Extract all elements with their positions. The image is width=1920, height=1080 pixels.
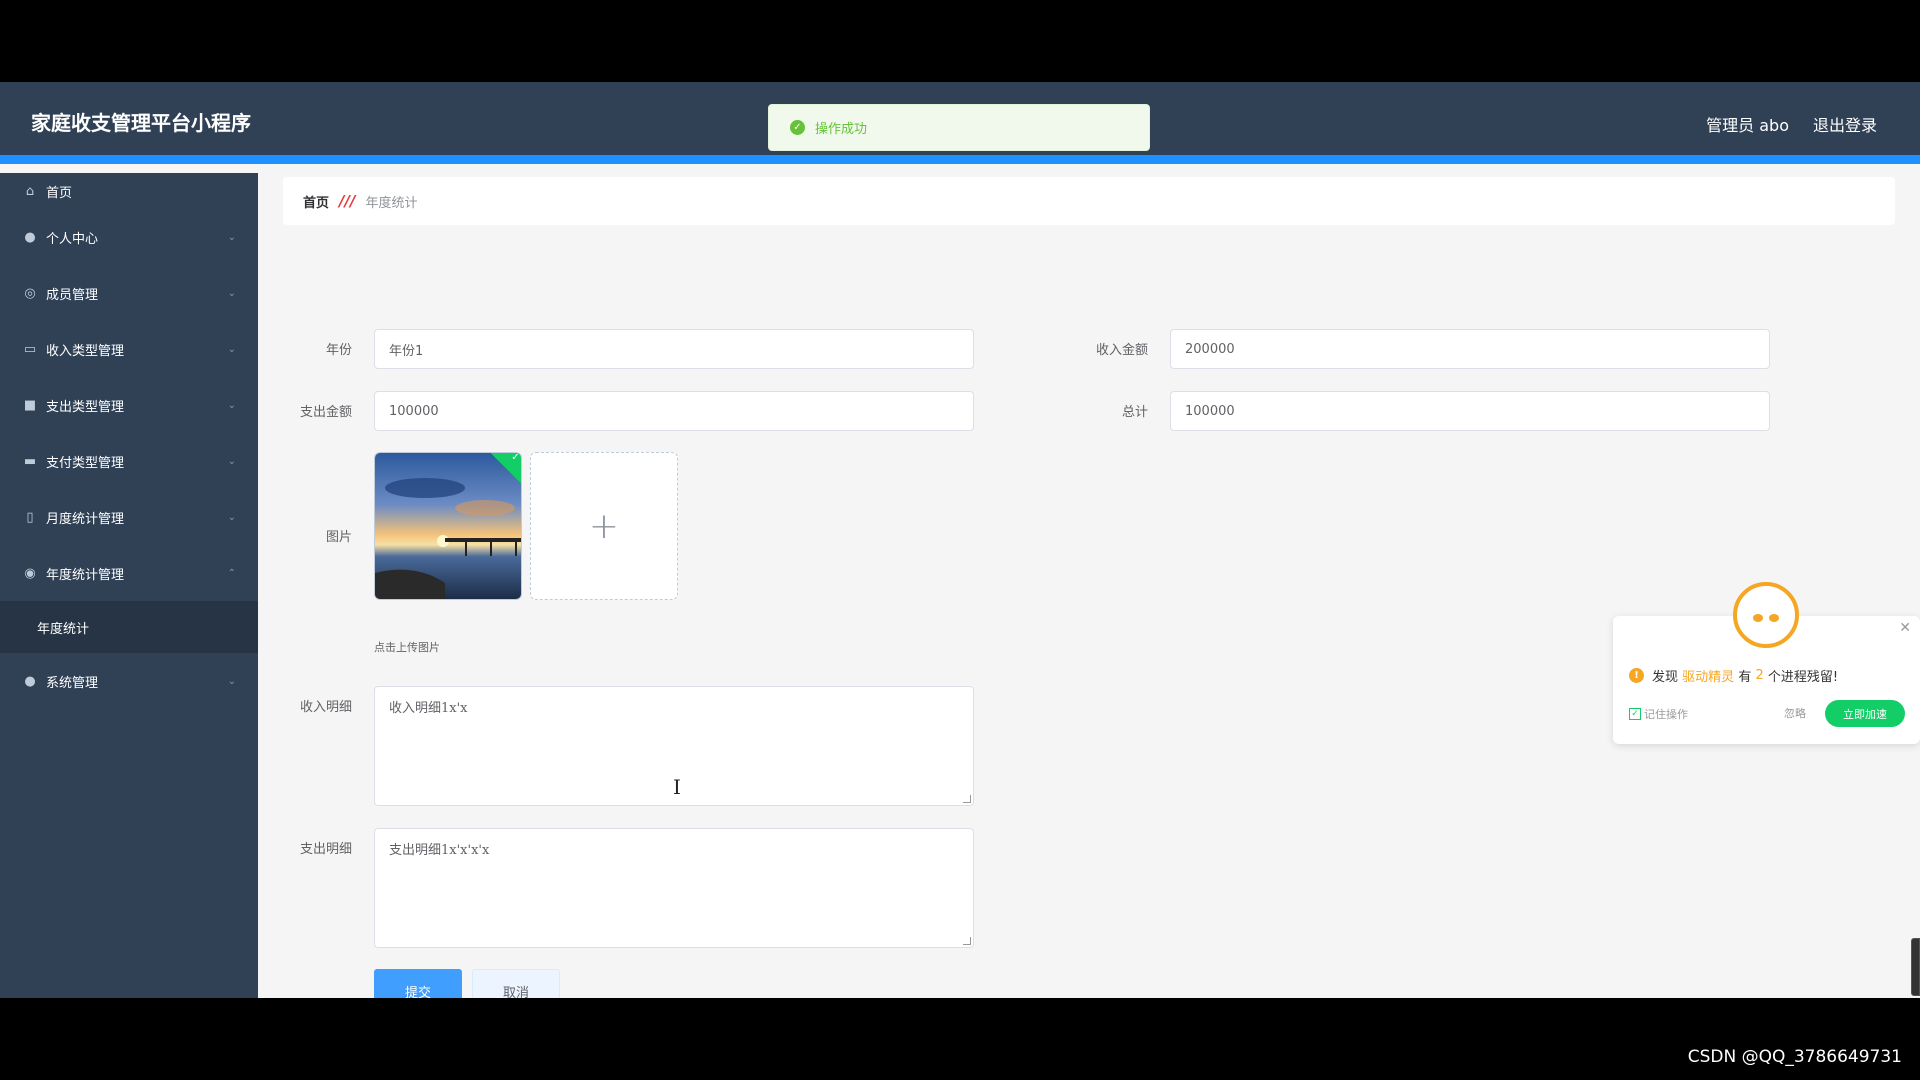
- expense-amount-label: 支出金额: [299, 405, 352, 420]
- income-amount-input[interactable]: 200000: [1170, 329, 1770, 369]
- popup-msg-prefix: 发现: [1652, 670, 1679, 685]
- close-icon[interactable]: ✕: [1899, 620, 1911, 636]
- side-panel-handle[interactable]: [1911, 938, 1920, 996]
- mascot-face-icon: [1733, 582, 1799, 648]
- logout-link[interactable]: 退出登录: [1813, 112, 1877, 136]
- success-check-icon: ✓: [790, 120, 805, 135]
- sidebar-subitem-label: 年度统计: [37, 621, 90, 637]
- watermark: CSDN @QQ_3786649731: [1687, 1047, 1902, 1067]
- admin-label[interactable]: 管理员 abo: [1706, 112, 1789, 136]
- header-user-area: 管理员 abo 退出登录: [1706, 112, 1877, 136]
- popup-msg-mid: 有: [1738, 670, 1752, 685]
- sidebar-item-payment-types[interactable]: ▬ 支付类型管理 ⌄: [0, 433, 258, 489]
- message-icon: ▭: [23, 341, 37, 357]
- plus-icon: +: [588, 505, 620, 547]
- sidebar-item-income-types[interactable]: ▭ 收入类型管理 ⌄: [0, 321, 258, 377]
- add-image-button[interactable]: +: [530, 452, 678, 600]
- app-title: 家庭收支管理平台小程序: [31, 111, 251, 135]
- sidebar-item-home[interactable]: ⌂ 首页: [0, 173, 258, 209]
- submit-button[interactable]: 提交: [374, 969, 462, 998]
- sidebar-item-system[interactable]: ● 系统管理 ⌄: [0, 653, 258, 709]
- home-icon: ⌂: [25, 183, 35, 199]
- ignore-link[interactable]: 忽略: [1784, 705, 1806, 721]
- breadcrumb-separator-icon: ///: [339, 192, 356, 210]
- expense-detail-textarea[interactable]: 支出明细1x'x'x'x: [374, 828, 974, 948]
- cancel-button[interactable]: 取消: [472, 969, 560, 998]
- success-toast: ✓ 操作成功: [768, 104, 1150, 151]
- resize-handle[interactable]: [963, 937, 971, 945]
- speed-up-button[interactable]: 立即加速: [1825, 700, 1905, 727]
- app-window: 家庭收支管理平台小程序 管理员 abo 退出登录 ✓ 操作成功 ⌂ 首页 ● 个…: [0, 82, 1920, 998]
- popup-msg-count: 2: [1755, 668, 1764, 683]
- sidebar-item-label: 支付类型管理: [46, 455, 125, 471]
- chevron-up-icon: ⌃: [227, 567, 236, 579]
- total-label: 总计: [1121, 405, 1148, 420]
- sidebar-item-label: 系统管理: [46, 675, 99, 691]
- sidebar: ⌂ 首页 ● 个人中心 ⌄ ◎ 成员管理 ⌄ ▭ 收入类型管理 ⌄ ■ 支出类型…: [0, 173, 258, 998]
- mascot-eye: [1753, 614, 1763, 622]
- sidebar-item-monthly-stats[interactable]: ▯ 月度统计管理 ⌄: [0, 489, 258, 545]
- remember-checkbox[interactable]: ✓ 记住操作: [1629, 706, 1688, 722]
- check-icon: ✓: [511, 452, 520, 463]
- breadcrumb-home[interactable]: 首页: [303, 192, 329, 211]
- chevron-down-icon: ⌄: [227, 511, 236, 523]
- sidebar-item-label: 成员管理: [46, 287, 99, 303]
- sidebar-item-expense-types[interactable]: ■ 支出类型管理 ⌄: [0, 377, 258, 433]
- year-input[interactable]: 年份1: [374, 329, 974, 369]
- breadcrumb: 首页 /// 年度统计: [283, 177, 1895, 225]
- info-icon: !: [1629, 668, 1644, 683]
- income-amount-label: 收入金额: [1095, 343, 1148, 358]
- popup-msg-suffix: 个进程残留!: [1767, 670, 1839, 685]
- sunset-photo: [375, 453, 521, 599]
- text-cursor-icon: I: [673, 775, 681, 799]
- user-icon: ●: [24, 229, 36, 245]
- uploaded-image[interactable]: ✓: [374, 452, 522, 600]
- sidebar-item-label: 年度统计管理: [46, 567, 125, 583]
- expense-amount-input[interactable]: 100000: [374, 391, 974, 431]
- screen: 家庭收支管理平台小程序 管理员 abo 退出登录 ✓ 操作成功 ⌂ 首页 ● 个…: [0, 0, 1920, 1080]
- expense-detail-label: 支出明细: [299, 842, 352, 857]
- sidebar-item-label: 收入类型管理: [46, 343, 125, 359]
- video-icon: ■: [23, 397, 37, 413]
- main-content: 首页 /// 年度统计 年份 年份1 收入金额 200000 支出金额 1000…: [258, 173, 1920, 998]
- sidebar-item-members[interactable]: ◎ 成员管理 ⌄: [0, 265, 258, 321]
- chat-icon: ▬: [23, 453, 37, 469]
- top-header: 家庭收支管理平台小程序 管理员 abo 退出登录 ✓ 操作成功: [0, 82, 1920, 164]
- popup-message: ! 发现 驱动精灵 有 2 个进程残留!: [1629, 666, 1838, 685]
- user-icon: ●: [24, 673, 36, 689]
- sidebar-item-label: 月度统计管理: [46, 511, 125, 527]
- remember-label: 记住操作: [1644, 708, 1688, 721]
- mascot-eye: [1769, 614, 1779, 622]
- sidebar-item-label: 首页: [46, 185, 73, 201]
- chevron-down-icon: ⌄: [227, 399, 236, 411]
- resize-handle[interactable]: [963, 795, 971, 803]
- upload-tip: 点击上传图片: [374, 641, 440, 654]
- phone-icon: ▯: [26, 509, 34, 525]
- toast-text: 操作成功: [815, 122, 868, 137]
- popup-msg-highlight: 驱动精灵: [1682, 670, 1735, 685]
- expense-detail-text: 支出明细1x'x'x'x: [389, 843, 490, 858]
- checkbox-check-icon: ✓: [1629, 708, 1641, 720]
- sidebar-subitem-annual-stats[interactable]: 年度统计: [0, 601, 258, 653]
- income-detail-text: 收入明细1x'x: [389, 701, 468, 716]
- chevron-down-icon: ⌄: [227, 455, 236, 467]
- chevron-down-icon: ⌄: [227, 287, 236, 299]
- chevron-down-icon: ⌄: [227, 675, 236, 687]
- chevron-down-icon: ⌄: [227, 343, 236, 355]
- total-input[interactable]: 100000: [1170, 391, 1770, 431]
- income-detail-label: 收入明细: [299, 700, 352, 715]
- sidebar-item-personal-center[interactable]: ● 个人中心 ⌄: [0, 209, 258, 265]
- sidebar-item-annual-stats[interactable]: ◉ 年度统计管理 ⌃: [0, 545, 258, 601]
- breadcrumb-current: 年度统计: [365, 195, 418, 211]
- year-label: 年份: [325, 343, 352, 358]
- image-label: 图片: [325, 530, 352, 545]
- target-icon: ◉: [24, 565, 36, 581]
- sidebar-item-label: 个人中心: [46, 231, 99, 247]
- chevron-down-icon: ⌄: [227, 231, 236, 243]
- compass-icon: ◎: [24, 285, 36, 301]
- sidebar-item-label: 支出类型管理: [46, 399, 125, 415]
